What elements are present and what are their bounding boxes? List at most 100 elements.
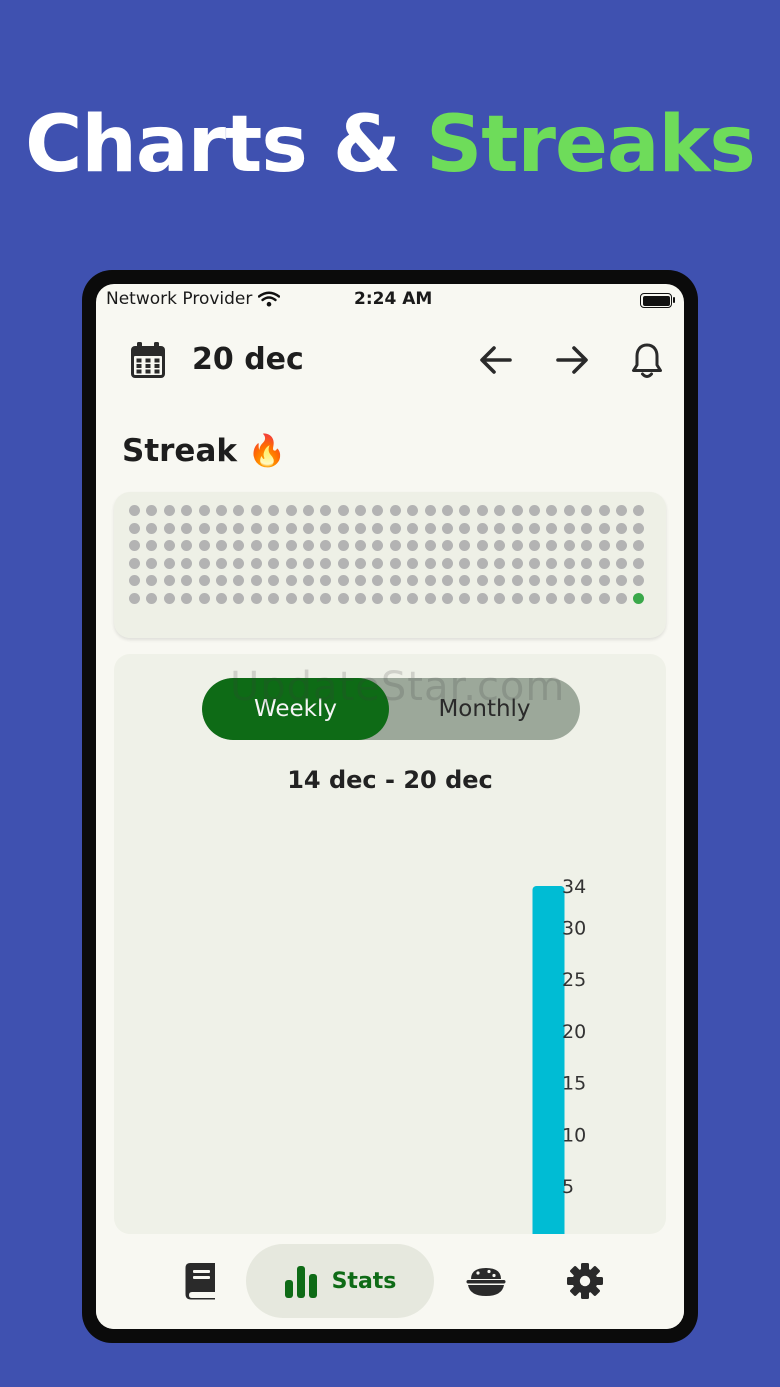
streak-dot (198, 522, 210, 534)
streak-dot (146, 575, 158, 586)
streak-dot (442, 505, 454, 516)
streak-dot-active (633, 592, 645, 604)
streak-dot (302, 540, 314, 551)
streak-dot (615, 557, 627, 569)
streak-dot (337, 522, 349, 534)
nav-meals[interactable] (464, 1257, 508, 1305)
streak-dot (459, 540, 471, 551)
streak-dot (129, 522, 140, 534)
bowl-icon (466, 1268, 506, 1296)
y-tick-label: 10 (562, 1124, 586, 1146)
streak-dot (250, 540, 262, 551)
streak-dot (355, 592, 367, 604)
streak-dot (233, 592, 245, 604)
streak-dot (615, 505, 627, 516)
streak-dot (389, 540, 401, 551)
streak-dot (528, 557, 540, 569)
streak-dot (372, 557, 384, 569)
calendar-icon[interactable] (130, 342, 166, 380)
streak-dot (285, 540, 297, 551)
streak-dot (424, 522, 436, 534)
streak-dot (407, 592, 419, 604)
streak-dot (320, 557, 332, 569)
streak-dot (511, 557, 523, 569)
streak-dot (355, 505, 367, 516)
streak-dot (320, 505, 332, 516)
streak-dot (146, 540, 158, 551)
streak-dot (355, 575, 367, 586)
streak-dot (615, 540, 627, 551)
streak-dot (511, 575, 523, 586)
streak-dot (163, 592, 175, 604)
streak-dot (633, 540, 645, 551)
bell-icon[interactable] (630, 342, 664, 380)
streak-dot (528, 522, 540, 534)
streak-dot (459, 505, 471, 516)
weekly-tab[interactable]: Weekly (202, 678, 389, 740)
streak-dot (546, 522, 558, 534)
streak-dot (389, 592, 401, 604)
streak-dot-grid (129, 505, 645, 604)
streak-dot (459, 522, 471, 534)
streak-dot (511, 592, 523, 604)
streak-dot (181, 522, 193, 534)
promo-headline: Charts & Streaks (0, 100, 780, 190)
streak-dot (476, 575, 488, 586)
streak-dot (563, 522, 575, 534)
streak-dot (215, 505, 227, 516)
streak-dot (181, 557, 193, 569)
streak-dot (407, 575, 419, 586)
streak-dot (407, 505, 419, 516)
streak-dot (302, 575, 314, 586)
streak-dot (337, 575, 349, 586)
streak-dot (528, 505, 540, 516)
nav-settings[interactable] (566, 1257, 604, 1305)
streak-dot (615, 592, 627, 604)
streak-dot (285, 522, 297, 534)
streak-dot (633, 522, 645, 534)
monthly-tab[interactable]: Monthly (389, 678, 580, 740)
arrow-right-icon[interactable] (554, 342, 590, 378)
streak-dot (389, 522, 401, 534)
streak-dot (563, 540, 575, 551)
streak-dot (581, 505, 593, 516)
streak-dot (389, 557, 401, 569)
streak-dot (268, 575, 280, 586)
streak-dot (546, 592, 558, 604)
streak-dot (442, 557, 454, 569)
carrier-label: Network Provider (106, 289, 253, 309)
wifi-icon (258, 291, 281, 307)
streak-dot (424, 592, 436, 604)
app-screen: Network Provider 2:24 AM 20 dec Streak 🔥… (96, 284, 684, 1329)
y-tick-label: 25 (562, 969, 586, 991)
bar-chart-icon (284, 1266, 317, 1298)
streak-dot (459, 592, 471, 604)
streak-dot (302, 592, 314, 604)
nav-stats[interactable]: Stats (246, 1244, 434, 1318)
streak-dot (581, 575, 593, 586)
page-title[interactable]: 20 dec (192, 342, 304, 377)
streak-dot (633, 505, 645, 516)
streak-dot (215, 557, 227, 569)
streak-dot (546, 575, 558, 586)
streak-dot (598, 592, 610, 604)
nav-journal[interactable] (176, 1257, 226, 1305)
streak-dot (511, 505, 523, 516)
period-toggle[interactable]: Weekly Monthly (202, 678, 580, 740)
streak-dot (268, 522, 280, 534)
streak-dot (442, 575, 454, 586)
streak-dot (372, 575, 384, 586)
status-left: Network Provider (106, 289, 281, 309)
streak-dot (233, 522, 245, 534)
streak-dot (424, 575, 436, 586)
streak-dot (407, 522, 419, 534)
streak-dot (476, 505, 488, 516)
streak-dot (198, 592, 210, 604)
streak-dot (198, 540, 210, 551)
arrow-left-icon[interactable] (478, 342, 514, 378)
streak-dot (320, 540, 332, 551)
streak-dot (233, 575, 245, 586)
streak-dot (598, 522, 610, 534)
streak-dot (233, 540, 245, 551)
y-tick-label: 15 (562, 1073, 586, 1095)
